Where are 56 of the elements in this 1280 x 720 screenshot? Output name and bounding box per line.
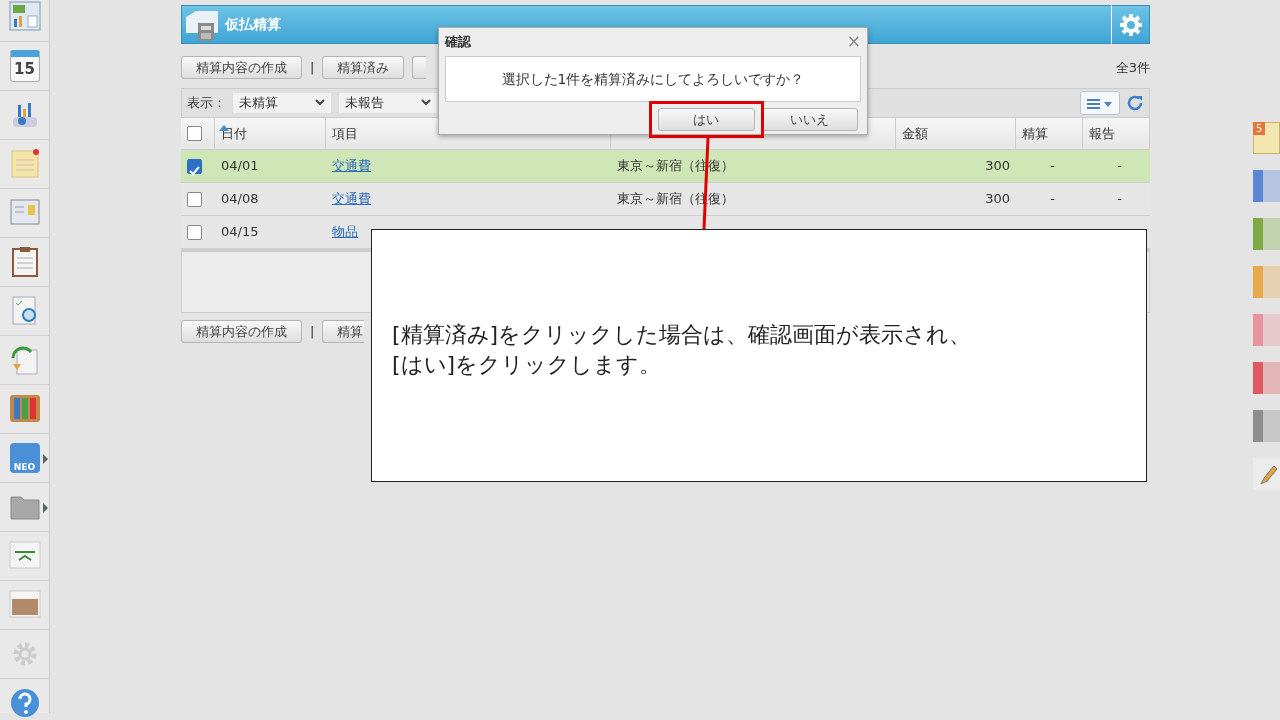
chevron-down-icon — [421, 99, 431, 107]
row-checkbox[interactable] — [187, 158, 202, 174]
logo-image[interactable] — [8, 540, 41, 572]
item-link[interactable]: 交通費 — [332, 189, 371, 209]
table-cell-text: 300 — [985, 190, 1010, 209]
settings-icon — [1119, 13, 1142, 36]
table-cell-text: - — [1117, 157, 1122, 176]
dialog-message: 選択した1件を精算済みにしてよろしいですか？ — [445, 56, 861, 102]
table-cell-text: - — [1050, 190, 1055, 209]
toolbar-separator: | — [310, 58, 315, 77]
help-icon[interactable] — [8, 687, 41, 719]
select-all-checkbox[interactable] — [187, 126, 202, 141]
filter-select[interactable]: 未報告 — [338, 92, 438, 114]
toolbar-separator: | — [310, 322, 315, 341]
color-tab[interactable] — [1253, 410, 1280, 442]
total-count: 全3件 — [1115, 58, 1150, 77]
table-cell-text: 04/15 — [221, 223, 259, 242]
table-cell-text: - — [1117, 190, 1122, 209]
row-checkbox[interactable] — [187, 224, 202, 240]
color-tab[interactable] — [1253, 266, 1280, 298]
calendar-icon[interactable]: 15 — [9, 50, 40, 82]
toolbar-button[interactable] — [412, 56, 427, 79]
toolbar-button[interactable]: 精算内容の作成 — [181, 56, 302, 79]
binders-icon[interactable] — [8, 393, 41, 425]
filter-select[interactable]: 未精算 — [232, 92, 332, 114]
panel-title: 仮払精算 — [225, 15, 282, 34]
dialog-button[interactable]: いいえ — [761, 108, 858, 131]
table-cell-text: 300 — [985, 157, 1010, 176]
pencil-icon[interactable] — [1253, 458, 1280, 490]
color-tab[interactable] — [1253, 170, 1280, 202]
memo-icon[interactable] — [8, 148, 41, 180]
callout-text: [精算済み]をクリックした場合は、確認画面が表示され、 [はい]をクリックします。 — [371, 229, 1147, 482]
table-cell-text: - — [1050, 157, 1055, 176]
item-link[interactable]: 交通費 — [332, 156, 371, 176]
chevron-down-icon — [315, 99, 325, 107]
column-header[interactable]: 項目 — [332, 123, 358, 144]
toolbar-button[interactable]: 精算内容の作成 — [181, 320, 302, 343]
photo-placeholder[interactable] — [8, 589, 41, 621]
filter-label: 表示： — [187, 94, 226, 113]
column-header[interactable]: 金額 — [902, 123, 928, 144]
color-tab[interactable] — [1253, 362, 1280, 394]
item-link[interactable]: 物品 — [332, 222, 358, 242]
refresh-icon[interactable] — [1126, 94, 1144, 112]
table-cell-text: 04/08 — [221, 190, 259, 209]
toolbar-button[interactable]: 精算済み — [322, 56, 405, 79]
color-tab[interactable] — [1253, 314, 1280, 346]
table-cell-text: 04/01 — [221, 157, 259, 176]
dialog-title: 確認 — [445, 33, 471, 52]
list-icon — [1085, 96, 1114, 111]
count-badge: 5 — [1253, 122, 1266, 135]
list-menu-button[interactable] — [1079, 91, 1120, 115]
dialog-button[interactable]: はい — [657, 108, 755, 131]
row-checkbox[interactable] — [187, 191, 202, 207]
color-tab[interactable] — [1253, 218, 1280, 250]
toolbar-button[interactable]: 精算 — [322, 320, 365, 343]
dashboard-icon[interactable] — [8, 1, 41, 33]
